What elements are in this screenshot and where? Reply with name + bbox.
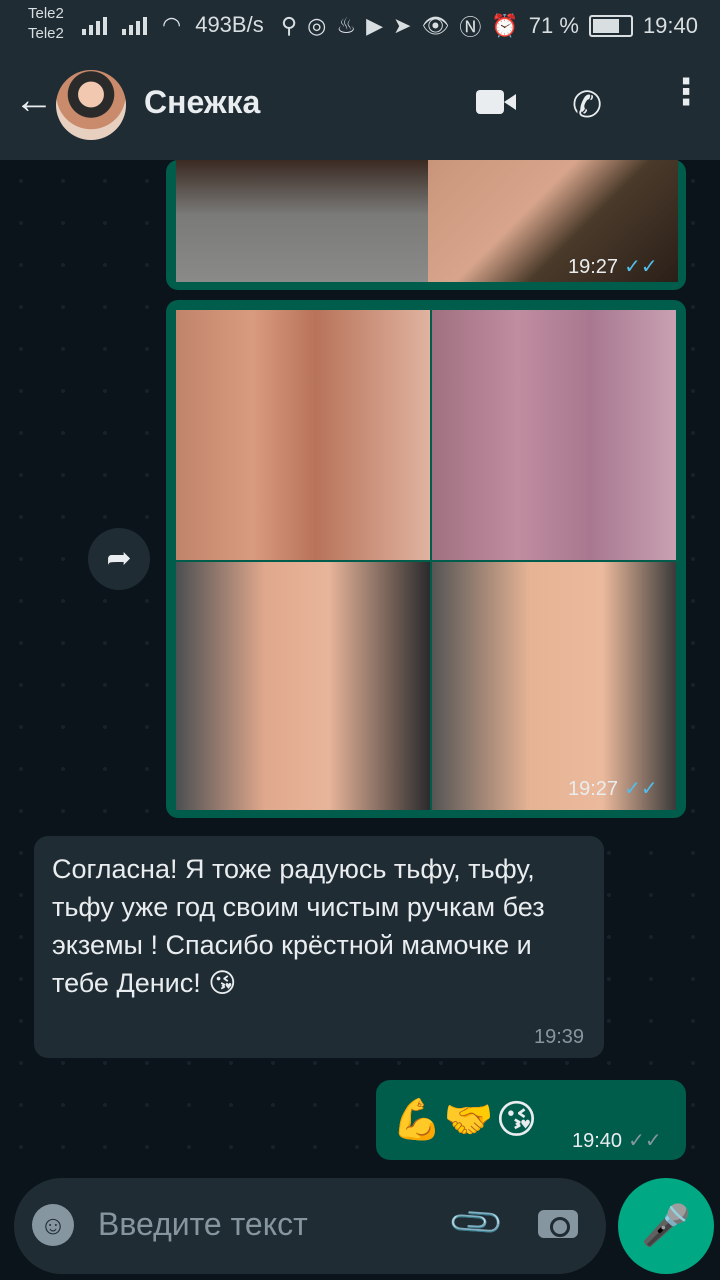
camera-icon[interactable] bbox=[538, 1204, 578, 1238]
net-speed: 493B/s bbox=[195, 12, 264, 37]
chat-header: ← Снежка ✆ ⋮ bbox=[0, 48, 720, 160]
message-time: 19:27 ✓✓ bbox=[568, 254, 658, 279]
flame-icon: ♨ bbox=[336, 13, 357, 38]
outgoing-message[interactable]: 💪🤝😘 19:40 ✓✓ bbox=[376, 1080, 686, 1160]
photo[interactable] bbox=[176, 310, 430, 560]
clock: 19:40 bbox=[642, 13, 698, 38]
image-message[interactable]: 19:27 ✓✓ bbox=[166, 160, 686, 290]
message-input-bar: ☺ Введите текст 📎 bbox=[14, 1178, 606, 1274]
time-text: 19:27 bbox=[568, 256, 619, 278]
forward-icon[interactable]: ➦ bbox=[88, 528, 150, 590]
telegram-icon: ➤ bbox=[392, 13, 412, 38]
eye-icon: 👁 bbox=[421, 13, 450, 38]
mic-icon[interactable]: 🎤 bbox=[618, 1178, 714, 1274]
photo[interactable] bbox=[176, 562, 430, 810]
signal-icon bbox=[82, 15, 108, 35]
wifi-icon: ◠ bbox=[162, 12, 182, 37]
message-time: 19:40 ✓✓ bbox=[572, 1128, 662, 1153]
video-call-icon[interactable] bbox=[476, 88, 516, 116]
nfc-icon: Ⓝ bbox=[459, 15, 482, 40]
status-right: ⚲ ◎ ♨ ▶ ➤ 👁 Ⓝ ⏰ 71 % 19:40 bbox=[281, 10, 698, 42]
contact-name[interactable]: Снежка bbox=[144, 84, 260, 121]
photo[interactable] bbox=[176, 160, 428, 282]
carrier-1: Tele2 bbox=[28, 5, 64, 22]
carrier-2: Tele2 bbox=[28, 25, 64, 42]
back-arrow-icon[interactable]: ← bbox=[14, 78, 54, 123]
message-text: Согласна! Я тоже радуюсь тьфу, тьфу, тьф… bbox=[52, 854, 545, 998]
photo[interactable] bbox=[432, 310, 676, 560]
emoji-icon[interactable]: ☺ bbox=[32, 1204, 74, 1246]
status-bar: Tele2 Tele2 ◠ 493B/s ⚲ ◎ ♨ ▶ ➤ 👁 Ⓝ ⏰ 71 … bbox=[0, 0, 720, 48]
delivered-ticks-icon: ✓✓ bbox=[628, 1130, 662, 1152]
instagram-icon: ◎ bbox=[307, 13, 327, 38]
alarm-icon: ⏰ bbox=[491, 13, 519, 38]
chat-area: 19:27 ✓✓ ➦ 19:27 ✓✓ Согласна! Я тоже радую… bbox=[0, 160, 720, 1168]
message-time: 19:39 bbox=[534, 1026, 585, 1048]
play-icon: ▶ bbox=[366, 13, 383, 38]
signal-icon bbox=[122, 15, 148, 35]
search-icon: ⚲ bbox=[281, 13, 298, 38]
carriers: Tele2 Tele2 bbox=[28, 4, 64, 44]
message-input-placeholder[interactable]: Введите текст bbox=[98, 1206, 308, 1243]
avatar[interactable] bbox=[56, 70, 126, 140]
menu-icon[interactable]: ⋮ bbox=[668, 74, 704, 110]
attach-icon[interactable]: 📎 bbox=[446, 1192, 507, 1253]
time-text: 19:27 bbox=[568, 778, 619, 800]
message-text: 💪🤝😘 bbox=[392, 1098, 540, 1142]
photo[interactable] bbox=[432, 562, 676, 810]
image-grid-message[interactable]: 19:27 ✓✓ bbox=[166, 300, 686, 818]
battery-icon bbox=[588, 15, 633, 37]
status-left: ◠ 493B/s bbox=[82, 12, 264, 38]
phone-icon[interactable]: ✆ bbox=[572, 84, 602, 126]
incoming-message[interactable]: Согласна! Я тоже радуюсь тьфу, тьфу, тьф… bbox=[34, 836, 604, 1058]
read-ticks-icon: ✓✓ bbox=[624, 778, 658, 800]
read-ticks-icon: ✓✓ bbox=[624, 256, 658, 278]
message-time: 19:27 ✓✓ bbox=[568, 776, 658, 801]
battery-percent: 71 % bbox=[528, 13, 579, 38]
time-text: 19:40 bbox=[572, 1130, 623, 1152]
